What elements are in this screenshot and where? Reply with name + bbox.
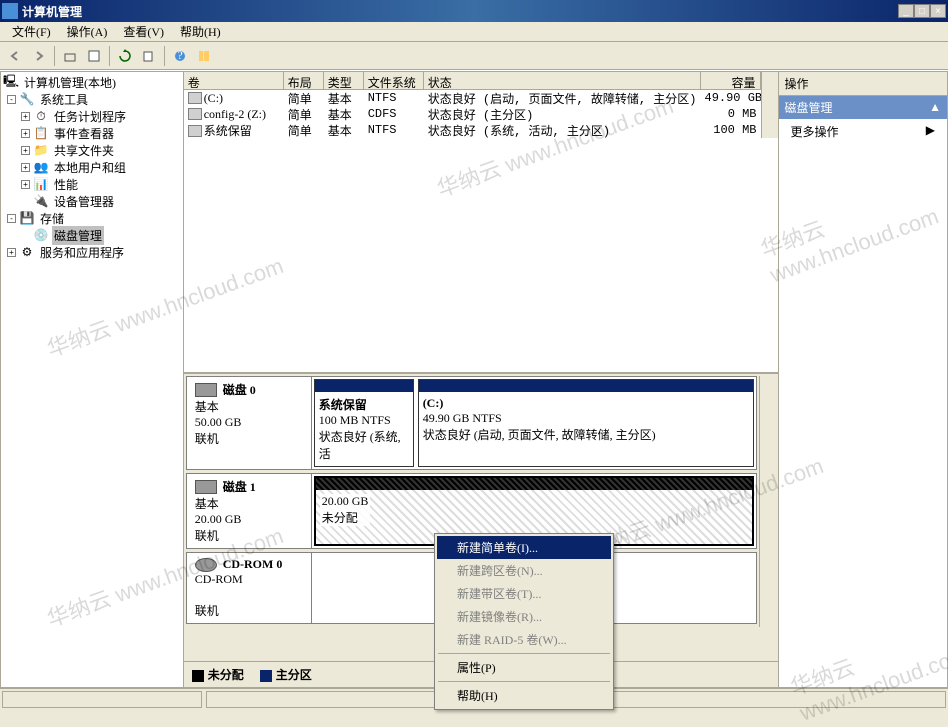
tree-event-viewer[interactable]: + 📋 事件查看器: [3, 125, 181, 142]
ctx-properties[interactable]: 属性(P): [437, 656, 611, 679]
expand-icon[interactable]: +: [21, 180, 30, 189]
col-status[interactable]: 状态: [424, 72, 701, 89]
partition-system-reserved[interactable]: 系统保留 100 MB NTFS 状态良好 (系统, 活: [314, 379, 414, 467]
titlebar: 计算机管理 _ □ ×: [0, 0, 948, 22]
drive-icon: [188, 92, 202, 104]
chevron-right-icon: ▶: [926, 123, 935, 140]
ctx-new-raid5-volume: 新建 RAID-5 卷(W)...: [437, 628, 611, 651]
expand-icon[interactable]: +: [21, 129, 30, 138]
disk-icon: [195, 383, 217, 397]
users-icon: 👥: [33, 160, 49, 176]
col-fs[interactable]: 文件系统: [364, 72, 424, 89]
forward-button[interactable]: [28, 45, 50, 67]
volume-row[interactable]: 系统保留 简单 基本 NTFS 状态良好 (系统, 活动, 主分区) 100 M…: [184, 122, 761, 138]
partition-c[interactable]: (C:) 49.90 GB NTFS 状态良好 (启动, 页面文件, 故障转储,…: [418, 379, 754, 467]
event-icon: 📋: [33, 126, 49, 142]
col-capacity[interactable]: 容量: [701, 72, 761, 89]
menubar: 文件(F) 操作(A) 查看(V) 帮助(H): [0, 22, 948, 42]
view-layout-button[interactable]: [193, 45, 215, 67]
tree-performance[interactable]: + 📊 性能: [3, 176, 181, 193]
expand-icon[interactable]: +: [7, 248, 16, 257]
clock-icon: ⏱: [33, 109, 49, 125]
menu-file[interactable]: 文件(F): [4, 21, 59, 42]
context-menu: 新建简单卷(I)... 新建跨区卷(N)... 新建带区卷(T)... 新建镜像…: [434, 533, 614, 710]
collapse-icon[interactable]: -: [7, 95, 16, 104]
tools-icon: 🔧: [19, 92, 35, 108]
tree-local-users[interactable]: + 👥 本地用户和组: [3, 159, 181, 176]
col-layout[interactable]: 布局: [284, 72, 324, 89]
volume-list[interactable]: 卷 布局 类型 文件系统 状态 容量 (C:) 简单 基本 NTFS 状态良好 …: [184, 72, 778, 372]
help-button[interactable]: ?: [169, 45, 191, 67]
more-actions[interactable]: 更多操作 ▶: [779, 119, 948, 144]
ctx-new-spanned-volume: 新建跨区卷(N)...: [437, 559, 611, 582]
tree-device-manager[interactable]: 🔌 设备管理器: [3, 193, 181, 210]
ctx-new-mirrored-volume: 新建镜像卷(R)...: [437, 605, 611, 628]
up-button[interactable]: [59, 45, 81, 67]
ctx-new-simple-volume[interactable]: 新建简单卷(I)...: [437, 536, 611, 559]
ctx-new-striped-volume: 新建带区卷(T)...: [437, 582, 611, 605]
drive-icon: [188, 125, 202, 137]
cdrom-info: CD-ROM 0 CD-ROM 联机: [187, 553, 312, 623]
col-volume[interactable]: 卷: [184, 72, 284, 89]
legend-primary-icon: [260, 670, 272, 682]
tree-storage[interactable]: - 💾 存储: [3, 210, 181, 227]
tree-system-tools[interactable]: - 🔧 系统工具: [3, 91, 181, 108]
collapse-icon[interactable]: -: [7, 214, 16, 223]
menu-action[interactable]: 操作(A): [59, 21, 116, 42]
tree-task-scheduler[interactable]: + ⏱ 任务计划程序: [3, 108, 181, 125]
col-type[interactable]: 类型: [324, 72, 364, 89]
tree-root[interactable]: 🖳 计算机管理(本地): [3, 74, 181, 91]
collapse-icon: ▲: [929, 100, 941, 115]
menu-help[interactable]: 帮助(H): [172, 21, 229, 42]
app-icon: [2, 3, 18, 19]
expand-icon[interactable]: +: [21, 146, 30, 155]
tree-shared-folders[interactable]: + 📁 共享文件夹: [3, 142, 181, 159]
computer-icon: 🖳: [3, 75, 19, 91]
back-button[interactable]: [4, 45, 26, 67]
performance-icon: 📊: [33, 177, 49, 193]
toolbar: ?: [0, 42, 948, 70]
services-icon: ⚙: [19, 245, 35, 261]
storage-icon: 💾: [19, 211, 35, 227]
cdrom-icon: [195, 558, 217, 572]
actions-header: 操作: [779, 72, 948, 96]
menu-view[interactable]: 查看(V): [115, 21, 172, 42]
close-button[interactable]: ×: [930, 4, 946, 18]
folder-icon: 📁: [33, 143, 49, 159]
scrollbar[interactable]: [759, 376, 776, 627]
export-button[interactable]: [138, 45, 160, 67]
svg-text:?: ?: [177, 49, 182, 62]
maximize-button[interactable]: □: [914, 4, 930, 18]
volume-header-row: 卷 布局 类型 文件系统 状态 容量: [184, 72, 761, 90]
tree-services[interactable]: + ⚙ 服务和应用程序: [3, 244, 181, 261]
disk-0-info: 磁盘 0 基本 50.00 GB 联机: [187, 377, 312, 469]
properties-button[interactable]: [83, 45, 105, 67]
minimize-button[interactable]: _: [898, 4, 914, 18]
device-icon: 🔌: [33, 194, 49, 210]
ctx-help[interactable]: 帮助(H): [437, 684, 611, 707]
scrollbar[interactable]: [761, 72, 778, 138]
refresh-button[interactable]: [114, 45, 136, 67]
disk-0-row[interactable]: 磁盘 0 基本 50.00 GB 联机 系统保留 100 MB NTFS: [186, 376, 757, 470]
legend-unallocated-icon: [192, 670, 204, 682]
disk-icon: [195, 480, 217, 494]
disk-1-info: 磁盘 1 基本 20.00 GB 联机: [187, 474, 312, 548]
cdrom-icon: [188, 108, 202, 120]
expand-icon[interactable]: +: [21, 163, 30, 172]
actions-panel: 操作 磁盘管理 ▲ 更多操作 ▶: [779, 71, 948, 688]
tree-panel[interactable]: 🖳 计算机管理(本地) - 🔧 系统工具 + ⏱ 任务计划程序 + 📋 事件查看…: [0, 71, 184, 688]
tree-disk-management[interactable]: 💿 磁盘管理: [3, 227, 181, 244]
disk-icon: 💿: [33, 228, 49, 244]
window-title: 计算机管理: [22, 3, 898, 20]
expand-icon[interactable]: +: [21, 112, 30, 121]
actions-section[interactable]: 磁盘管理 ▲: [779, 96, 948, 119]
